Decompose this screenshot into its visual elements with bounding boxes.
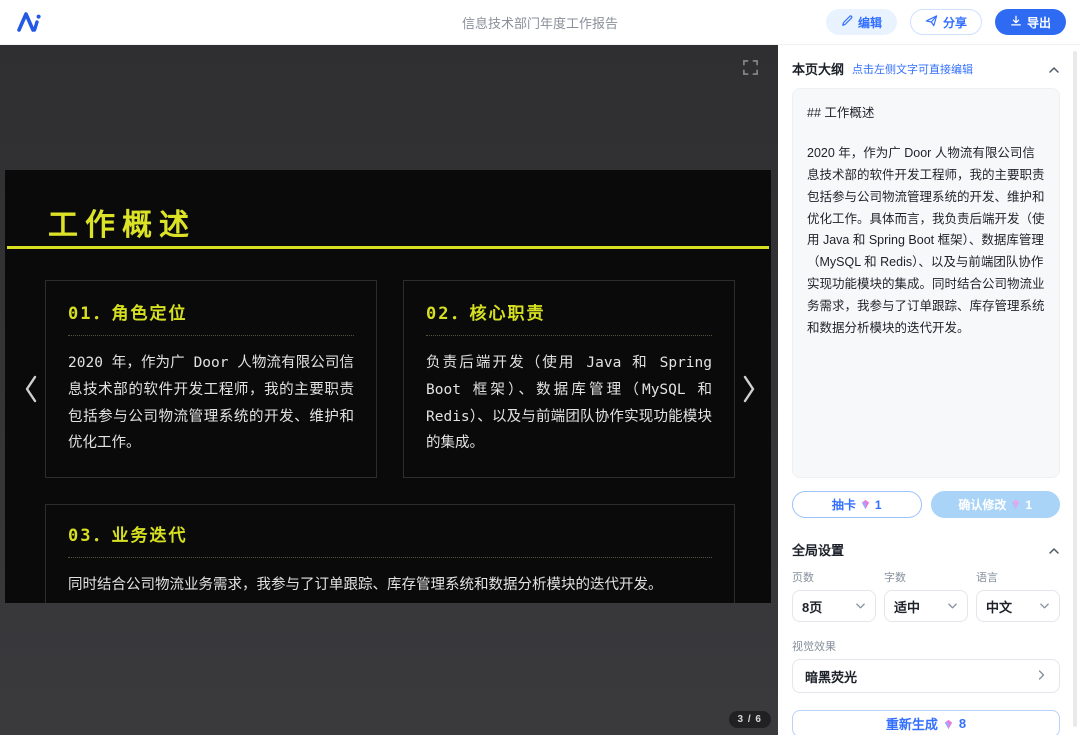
export-button-label: 导出 [1026, 15, 1051, 30]
card-heading: 03．业务迭代 [68, 526, 188, 547]
slide[interactable]: 工作概述 01．角色定位 2020 年，作为广 Door 人物流有限公司信息技术… [5, 170, 771, 603]
download-icon [1010, 15, 1022, 30]
regenerate-label: 重新生成 [885, 717, 938, 732]
settings-fields: 页数 8页 字数 适中 语言 中文 [792, 569, 1060, 622]
language-value: 中文 [986, 599, 1013, 615]
chevron-right-icon [1035, 669, 1047, 684]
settings-title: 全局设置 [792, 543, 845, 558]
slide-cards: 01．角色定位 2020 年，作为广 Door 人物流有限公司信息技术部的软件开… [45, 280, 735, 603]
next-slide-button[interactable] [734, 370, 764, 408]
wordcount-value: 适中 [894, 599, 921, 615]
prev-slide-button[interactable] [16, 370, 46, 408]
card-heading: 02．核心职责 [426, 304, 546, 324]
visual-effect-label: 视觉效果 [792, 641, 836, 653]
wordcount-label: 字数 [884, 572, 906, 584]
gem-icon [943, 718, 954, 730]
wordcount-select[interactable]: 适中 [884, 590, 968, 622]
outline-editor[interactable]: ## 工作概述 2020 年，作为广 Door 人物流有限公司信息技术部的软件开… [792, 88, 1060, 478]
language-select[interactable]: 中文 [976, 590, 1060, 622]
slide-title: 工作概述 [48, 208, 196, 243]
confirm-changes-cost: 1 [1025, 497, 1033, 512]
edit-button[interactable]: 编辑 [825, 9, 897, 35]
collapse-outline-icon[interactable] [1048, 63, 1060, 75]
confirm-changes-label: 确认修改 [958, 498, 1007, 512]
slide-card-1: 01．角色定位 2020 年，作为广 Door 人物流有限公司信息技术部的软件开… [45, 280, 377, 479]
card-body: 同时结合公司物流业务需求，我参与了订单跟踪、库存管理系统和数据分析模块的迭代开发… [68, 577, 663, 594]
sidebar-scrollbar[interactable] [1073, 51, 1077, 727]
draw-card-label: 抽卡 [831, 498, 856, 512]
visual-effect-value: 暗黑荧光 [805, 669, 858, 685]
visual-effect-select[interactable]: 暗黑荧光 [792, 659, 1060, 693]
top-bar: 信息技术部门年度工作报告 编辑 分享 导出 [0, 0, 1080, 45]
pages-value: 8页 [802, 599, 823, 615]
share-button-label: 分享 [942, 15, 967, 30]
page-indicator: 3 / 6 [728, 711, 771, 728]
card-divider [68, 557, 712, 559]
share-icon [925, 14, 938, 30]
collapse-settings-icon[interactable] [1048, 544, 1060, 556]
outline-hint: 点击左侧文字可直接编辑 [852, 63, 974, 76]
language-label: 语言 [976, 572, 998, 584]
share-button[interactable]: 分享 [909, 9, 982, 35]
regenerate-button[interactable]: 重新生成 8 [792, 710, 1060, 735]
outline-body: 2020 年，作为广 Door 人物流有限公司信息技术部的软件开发工程师，我的主… [807, 145, 1045, 335]
pages-field: 页数 8页 [792, 569, 876, 622]
outline-actions: 抽卡 1 确认修改 1 [792, 491, 1060, 518]
draw-card-cost: 1 [874, 497, 882, 512]
export-button[interactable]: 导出 [994, 9, 1066, 35]
chevron-down-icon [947, 599, 958, 614]
card-divider [68, 335, 354, 336]
slide-card-3: 03．业务迭代 同时结合公司物流业务需求，我参与了订单跟踪、库存管理系统和数据分… [45, 504, 735, 603]
gem-icon [860, 499, 871, 510]
card-divider [426, 335, 712, 336]
outline-section-header: 本页大纲 点击左侧文字可直接编辑 [792, 59, 1060, 78]
app-logo-icon[interactable] [16, 11, 42, 33]
sidebar: 本页大纲 点击左侧文字可直接编辑 ## 工作概述 2020 年，作为广 Door… [778, 45, 1080, 735]
pages-select[interactable]: 8页 [792, 590, 876, 622]
outline-title: 本页大纲 [792, 62, 845, 77]
edit-button-label: 编辑 [857, 15, 882, 30]
pencil-icon [841, 14, 853, 30]
preview-canvas: 工作概述 01．角色定位 2020 年，作为广 Door 人物流有限公司信息技术… [0, 45, 778, 735]
app-root: 信息技术部门年度工作报告 编辑 分享 导出 工作概述 01．角色定位 2020 … [0, 0, 1080, 735]
fullscreen-icon[interactable] [742, 59, 759, 76]
confirm-changes-button[interactable]: 确认修改 1 [930, 491, 1060, 518]
slide-title-rule [7, 246, 769, 249]
wordcount-field: 字数 适中 [884, 569, 968, 622]
topbar-actions: 编辑 分享 导出 [825, 9, 1066, 35]
draw-card-button[interactable]: 抽卡 1 [792, 491, 922, 518]
settings-section-header: 全局设置 [792, 540, 1060, 559]
pages-label: 页数 [792, 572, 814, 584]
regenerate-cost: 8 [958, 716, 967, 731]
card-body: 2020 年，作为广 Door 人物流有限公司信息技术部的软件开发工程师，我的主… [68, 355, 354, 452]
card-body: 负责后端开发（使用 Java 和 Spring Boot 框架）、数据库管理（M… [426, 355, 712, 452]
chevron-down-icon [855, 599, 866, 614]
card-heading: 01．角色定位 [68, 304, 188, 324]
language-field: 语言 中文 [976, 569, 1060, 622]
chevron-down-icon [1039, 599, 1050, 614]
slide-card-2: 02．核心职责 负责后端开发（使用 Java 和 Spring Boot 框架）… [403, 280, 735, 479]
gem-icon [1010, 499, 1021, 510]
outline-heading: ## 工作概述 [807, 106, 875, 120]
